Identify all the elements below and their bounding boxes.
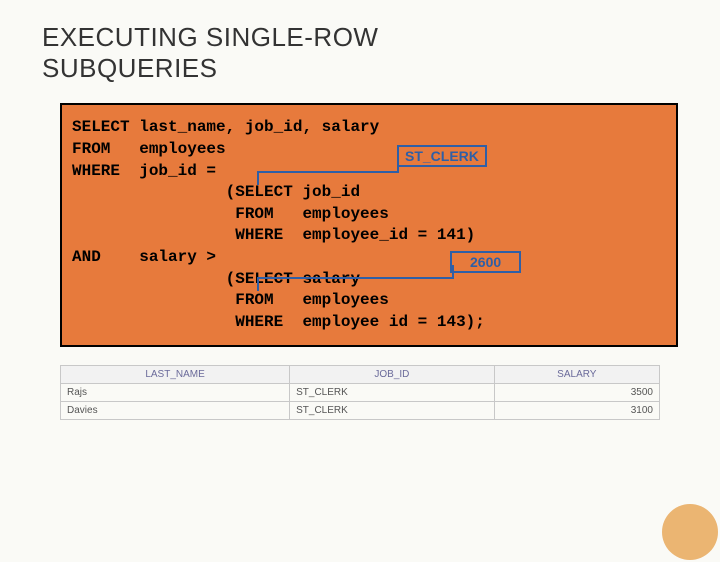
code-line-2: FROM employees	[72, 139, 666, 161]
code-line-9: FROM employees	[72, 290, 666, 312]
col-header-salary: SALARY	[494, 366, 659, 384]
annotation-2600: 2600	[450, 251, 521, 273]
code-line-6: WHERE employee_id = 141)	[72, 225, 666, 247]
page-title: EXECUTING SINGLE-ROW SUBQUERIES	[42, 22, 720, 83]
col-header-jobid: JOB_ID	[290, 366, 495, 384]
cell-salary: 3100	[494, 402, 659, 420]
cell-jobid: ST_CLERK	[290, 402, 495, 420]
title-line2: SUBQUERIES	[42, 53, 218, 83]
arrow-icon	[257, 171, 397, 173]
code-line-1: SELECT last_name, job_id, salary	[72, 117, 666, 139]
cell-lastname: Rajs	[61, 384, 290, 402]
code-line-10: WHERE employee id = 143);	[72, 312, 666, 334]
table-row: Rajs ST_CLERK 3500	[61, 384, 660, 402]
code-line-4: (SELECT job_id	[72, 182, 666, 204]
title-line1: EXECUTING SINGLE-ROW	[42, 22, 378, 52]
result-table: LAST_NAME JOB_ID SALARY Rajs ST_CLERK 35…	[60, 365, 660, 420]
cell-lastname: Davies	[61, 402, 290, 420]
annotation-stclerk: ST_CLERK	[397, 145, 487, 167]
code-line-5: FROM employees	[72, 204, 666, 226]
cell-jobid: ST_CLERK	[290, 384, 495, 402]
table-row: Davies ST_CLERK 3100	[61, 402, 660, 420]
code-line-7: AND salary >	[72, 247, 666, 269]
col-header-lastname: LAST_NAME	[61, 366, 290, 384]
cell-salary: 3500	[494, 384, 659, 402]
decorative-circle-icon	[662, 504, 718, 560]
arrow-icon	[257, 277, 452, 279]
sql-code-block: SELECT last_name, job_id, salary FROM em…	[60, 103, 678, 347]
